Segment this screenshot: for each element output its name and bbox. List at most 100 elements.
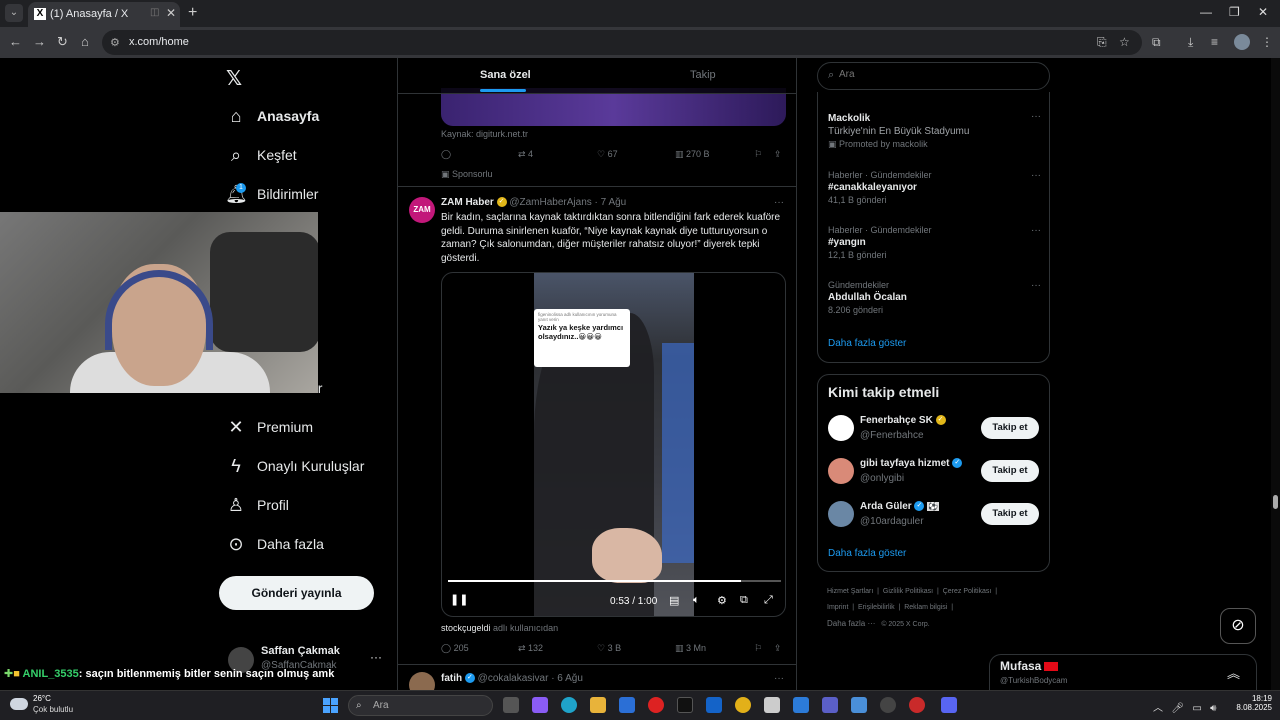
post-button[interactable]: Gönderi yayınla	[219, 576, 374, 610]
settings-gear-icon[interactable]: ⚙	[717, 594, 727, 607]
post-time[interactable]: · 7 Ağu	[595, 197, 627, 208]
bookmark-icon[interactable]: ⚐	[754, 643, 762, 654]
tab-following[interactable]: Takip	[690, 69, 716, 81]
avatar[interactable]	[828, 415, 854, 441]
post-time[interactable]: · 6 Ağu	[551, 673, 583, 684]
app-icon[interactable]	[851, 697, 867, 713]
footer-link[interactable]: Hizmet Şartları	[827, 588, 873, 595]
post-handle[interactable]: @cokalakasivar	[478, 673, 549, 684]
follow-suggestion[interactable]: gibi tayfaya hizmet ✓ @onlygibi Takip et	[828, 456, 1041, 486]
follow-name[interactable]: Fenerbahçe SK ✓	[860, 415, 946, 426]
bookmark-star-icon[interactable]: ☆	[1119, 35, 1130, 49]
credit-user[interactable]: stockçugeldi	[441, 623, 491, 633]
reload-icon[interactable]: ↻	[57, 34, 68, 50]
footer-link[interactable]: Reklam bilgisi	[904, 604, 947, 611]
search-box[interactable]: ⌕	[817, 62, 1050, 90]
maximize-button[interactable]: ❐	[1229, 5, 1240, 19]
file-explorer-icon[interactable]	[590, 697, 606, 713]
opera-icon[interactable]	[648, 697, 664, 713]
taskbar-search[interactable]: ⌕ Ara	[348, 695, 493, 716]
follow-suggestion[interactable]: Arda Güler ✓ ⚽ @10ardaguler Takip et	[828, 499, 1041, 529]
teams-icon[interactable]	[822, 697, 838, 713]
post-avatar[interactable]	[409, 672, 435, 690]
follow-show-more[interactable]: Daha fazla göster	[828, 548, 906, 559]
back-icon[interactable]: ←	[9, 34, 22, 49]
captions-icon[interactable]: ▤	[669, 594, 679, 607]
menu-icon[interactable]: ⋮	[1261, 35, 1273, 49]
outlook-icon[interactable]	[706, 697, 722, 713]
install-app-icon[interactable]: ⎘	[1097, 35, 1107, 50]
follow-name[interactable]: Arda Güler ✓ ⚽	[860, 501, 940, 512]
pause-icon[interactable]: ❚❚	[450, 593, 468, 606]
windows-start-icon[interactable]	[323, 698, 338, 713]
avatar[interactable]	[828, 501, 854, 527]
site-info-icon[interactable]: ⚙	[110, 36, 120, 49]
clock[interactable]: 18:19 8.08.2025	[1230, 694, 1272, 712]
bookmark-icon[interactable]: ⚐	[754, 149, 762, 160]
minimize-button[interactable]: —	[1200, 5, 1212, 19]
trend-item[interactable]: Haberler · Gündemdekiler #yangın 12,1 B …	[828, 225, 1041, 260]
forward-icon[interactable]: →	[33, 34, 46, 49]
like-icon[interactable]: ♡ 67	[597, 149, 618, 160]
task-view-icon[interactable]	[503, 697, 519, 713]
footer-link[interactable]: Çerez Politikası	[943, 588, 992, 595]
footer-link[interactable]: Erişilebilirlik	[858, 604, 895, 611]
nav-item-more[interactable]: ⊙ Daha fazla	[225, 530, 323, 558]
trend-more-icon[interactable]: ···	[1031, 225, 1041, 236]
download-icon[interactable]: ⤓	[1188, 35, 1193, 50]
tiktok-icon[interactable]	[677, 697, 693, 713]
nav-item-home[interactable]: ⌂ Anasayfa	[225, 102, 320, 130]
avatar[interactable]	[828, 458, 854, 484]
video-player[interactable]: figeninolissa adlı kullanıcının yorumuna…	[441, 272, 786, 617]
trend-more-icon[interactable]: ···	[1031, 280, 1041, 291]
post-handle[interactable]: @ZamHaberAjans	[509, 197, 591, 208]
weather-temp[interactable]: 26°C	[33, 694, 51, 703]
nav-item-profile[interactable]: ♙ Profil	[225, 491, 289, 519]
home-button-icon[interactable]: ⌂	[81, 34, 89, 49]
nav-item-premium[interactable]: ✕ Premium	[225, 413, 313, 441]
close-window-button[interactable]: ✕	[1258, 5, 1268, 19]
post-more-icon[interactable]: ···	[774, 673, 784, 684]
views-icon[interactable]: ▥ 270 B	[675, 149, 710, 160]
follow-button[interactable]: Takip et	[981, 417, 1039, 439]
views-icon[interactable]: ▥ 3 Mn	[675, 643, 706, 654]
footer-link[interactable]: Daha fazla ···	[827, 619, 875, 628]
app-icon[interactable]	[909, 697, 925, 713]
fullscreen-icon[interactable]: ⤢	[764, 594, 773, 607]
address-bar[interactable]: ⚙ x.com/home	[102, 30, 1142, 55]
post-author[interactable]: fatih	[441, 673, 462, 684]
extensions-icon[interactable]: ⧉	[1152, 35, 1161, 50]
edge-icon[interactable]	[561, 697, 577, 713]
volume-icon[interactable]: 🔈︎	[693, 594, 700, 607]
profile-avatar[interactable]	[1234, 34, 1250, 50]
trend-item[interactable]: Gündemdekiler Abdullah Öcalan 8.206 gönd…	[828, 280, 1041, 315]
post-more-icon[interactable]: ···	[774, 197, 784, 208]
tab-for-you[interactable]: Sana özel	[480, 69, 531, 81]
nav-item-explore[interactable]: ⌕ Keşfet	[225, 141, 297, 169]
pip-icon[interactable]: ⧉	[740, 594, 748, 607]
share-icon[interactable]: ⇪	[774, 149, 782, 160]
trends-show-more[interactable]: Daha fazla göster	[828, 338, 906, 349]
app-icon[interactable]	[793, 697, 809, 713]
chevron-up-icon[interactable]: ︽	[1227, 663, 1240, 682]
tab-close-icon[interactable]: ✕	[166, 6, 176, 20]
repost-icon[interactable]: ⇄ 132	[518, 643, 543, 654]
footer-link[interactable]: Gizlilik Politikası	[883, 588, 933, 595]
account-name[interactable]: Saffan Çakmak	[261, 645, 340, 657]
obs-icon[interactable]	[880, 697, 896, 713]
chrome-icon[interactable]	[735, 697, 751, 713]
weather-desc[interactable]: Çok bulutlu	[33, 705, 73, 714]
repost-icon[interactable]: ⇄ 4	[518, 149, 533, 160]
follow-button[interactable]: Takip et	[981, 503, 1039, 525]
trend-more-icon[interactable]: ···	[1031, 111, 1041, 122]
follow-button[interactable]: Takip et	[981, 460, 1039, 482]
search-input[interactable]	[839, 69, 1029, 80]
discord-icon[interactable]	[941, 697, 957, 713]
browser-tab[interactable]: X (1) Anasayfa / X ◫ ✕	[28, 2, 180, 27]
ad-source[interactable]: Kaynak: digiturk.net.tr	[441, 129, 528, 139]
scrollbar[interactable]	[1271, 58, 1280, 690]
scrollbar-thumb[interactable]	[1273, 495, 1278, 509]
copilot-icon[interactable]	[532, 697, 548, 713]
footer-link[interactable]: Imprint	[827, 604, 848, 611]
follow-suggestion[interactable]: Fenerbahçe SK ✓ @Fenerbahce Takip et	[828, 413, 1041, 443]
